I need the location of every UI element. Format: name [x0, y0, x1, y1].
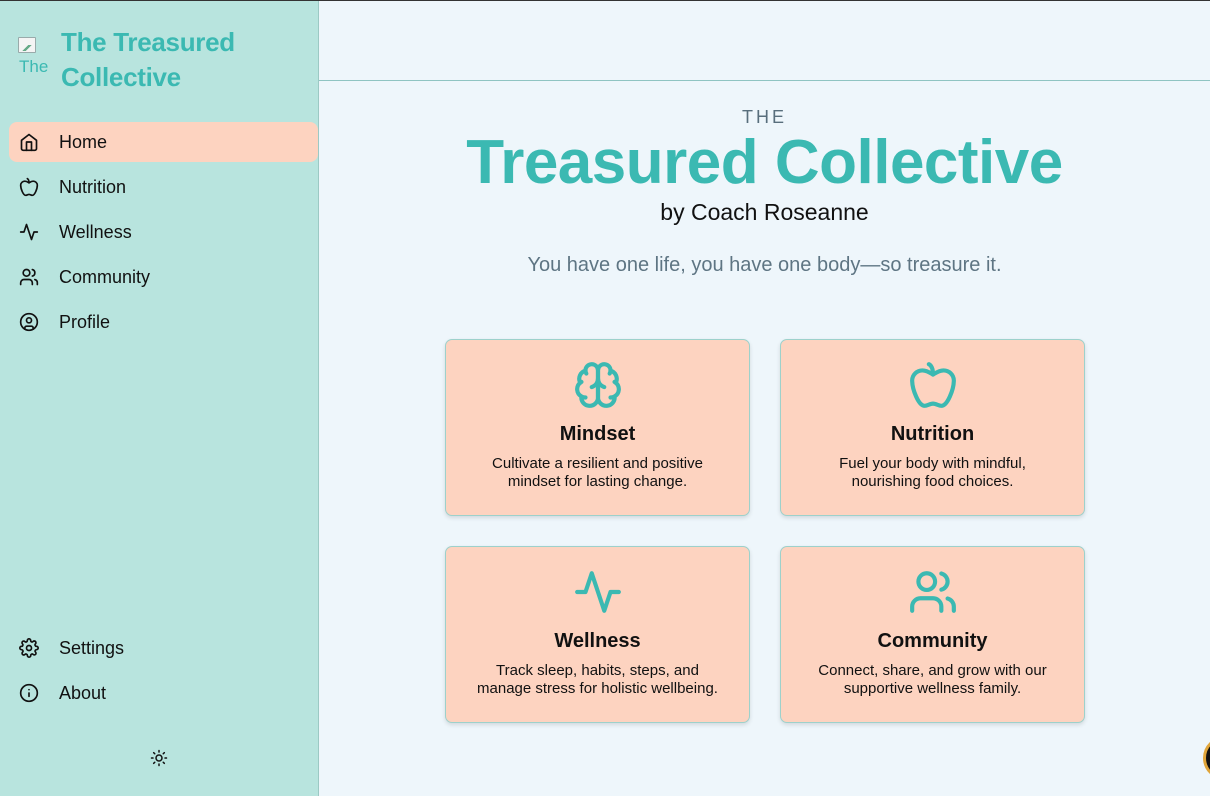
card-title: Mindset — [559, 423, 636, 445]
brand-logo: The — [18, 37, 54, 81]
brand-logo-alt: The — [19, 57, 49, 76]
brain-icon — [446, 360, 749, 410]
feature-cards: Mindset Cultivate a resilient and positi… — [445, 339, 1085, 723]
hero-kicker: THE — [742, 107, 787, 127]
card-title: Community — [877, 630, 988, 652]
sidebar-item-label: Wellness — [59, 221, 132, 242]
sidebar-item-settings[interactable]: Settings — [9, 628, 318, 668]
sidebar-item-label: Nutrition — [59, 176, 127, 197]
user-circle-icon — [19, 312, 39, 332]
hero-byline: by Coach Roseanne — [660, 199, 869, 225]
home-icon — [19, 132, 39, 152]
sun-icon — [150, 749, 168, 767]
floating-action-button[interactable] — [1203, 736, 1210, 780]
sidebar-item-home[interactable]: Home — [9, 122, 318, 162]
sidebar-item-label: About — [59, 682, 107, 703]
sidebar-item-label: Profile — [59, 311, 111, 332]
card-description: Track sleep, habits, steps, and manage s… — [477, 662, 718, 697]
broken-image-icon — [18, 37, 36, 53]
card-description: Connect, share, and grow with our suppor… — [818, 662, 1047, 697]
page-title: Treasured Collective — [466, 128, 1063, 197]
activity-icon — [19, 222, 39, 242]
info-icon — [19, 683, 39, 703]
sidebar-item-about[interactable]: About — [9, 673, 318, 713]
activity-icon — [446, 567, 749, 617]
theme-toggle-button[interactable] — [148, 747, 170, 769]
sidebar-item-community[interactable]: Community — [9, 257, 318, 297]
users-icon — [19, 267, 39, 287]
app-window: The The Treasured Collective Home Nutrit… — [0, 0, 1210, 796]
sidebar: The The Treasured Collective Home Nutrit… — [0, 1, 319, 796]
sidebar-item-label: Home — [59, 131, 108, 152]
brand-title: The Treasured Collective — [61, 27, 235, 92]
apple-icon — [19, 177, 39, 197]
card-wellness[interactable]: Wellness Track sleep, habits, steps, and… — [445, 546, 750, 723]
brand[interactable]: The The Treasured Collective — [18, 25, 251, 95]
sidebar-item-nutrition[interactable]: Nutrition — [9, 167, 318, 207]
card-description: Fuel your body with mindful, nourishing … — [839, 455, 1026, 490]
card-title: Nutrition — [890, 423, 975, 445]
top-bar — [319, 1, 1210, 81]
hero: THE Treasured Collective by Coach Rosean… — [319, 81, 1210, 277]
sidebar-item-profile[interactable]: Profile — [9, 302, 318, 342]
sidebar-item-label: Settings — [59, 637, 125, 658]
gear-icon — [19, 638, 39, 658]
apple-icon — [781, 360, 1084, 410]
card-mindset[interactable]: Mindset Cultivate a resilient and positi… — [445, 339, 750, 516]
sidebar-nav: Home Nutrition Wellness Community Profil… — [9, 122, 318, 347]
card-description: Cultivate a resilient and positive minds… — [492, 455, 703, 490]
users-icon — [781, 567, 1084, 617]
card-title: Wellness — [554, 630, 641, 652]
sidebar-item-wellness[interactable]: Wellness — [9, 212, 318, 252]
hero-tagline: You have one life, you have one body—so … — [527, 254, 1002, 276]
card-nutrition[interactable]: Nutrition Fuel your body with mindful, n… — [780, 339, 1085, 516]
sidebar-item-label: Community — [59, 266, 151, 287]
card-community[interactable]: Community Connect, share, and grow with … — [780, 546, 1085, 723]
sidebar-bottom-nav: Settings About — [9, 628, 318, 718]
